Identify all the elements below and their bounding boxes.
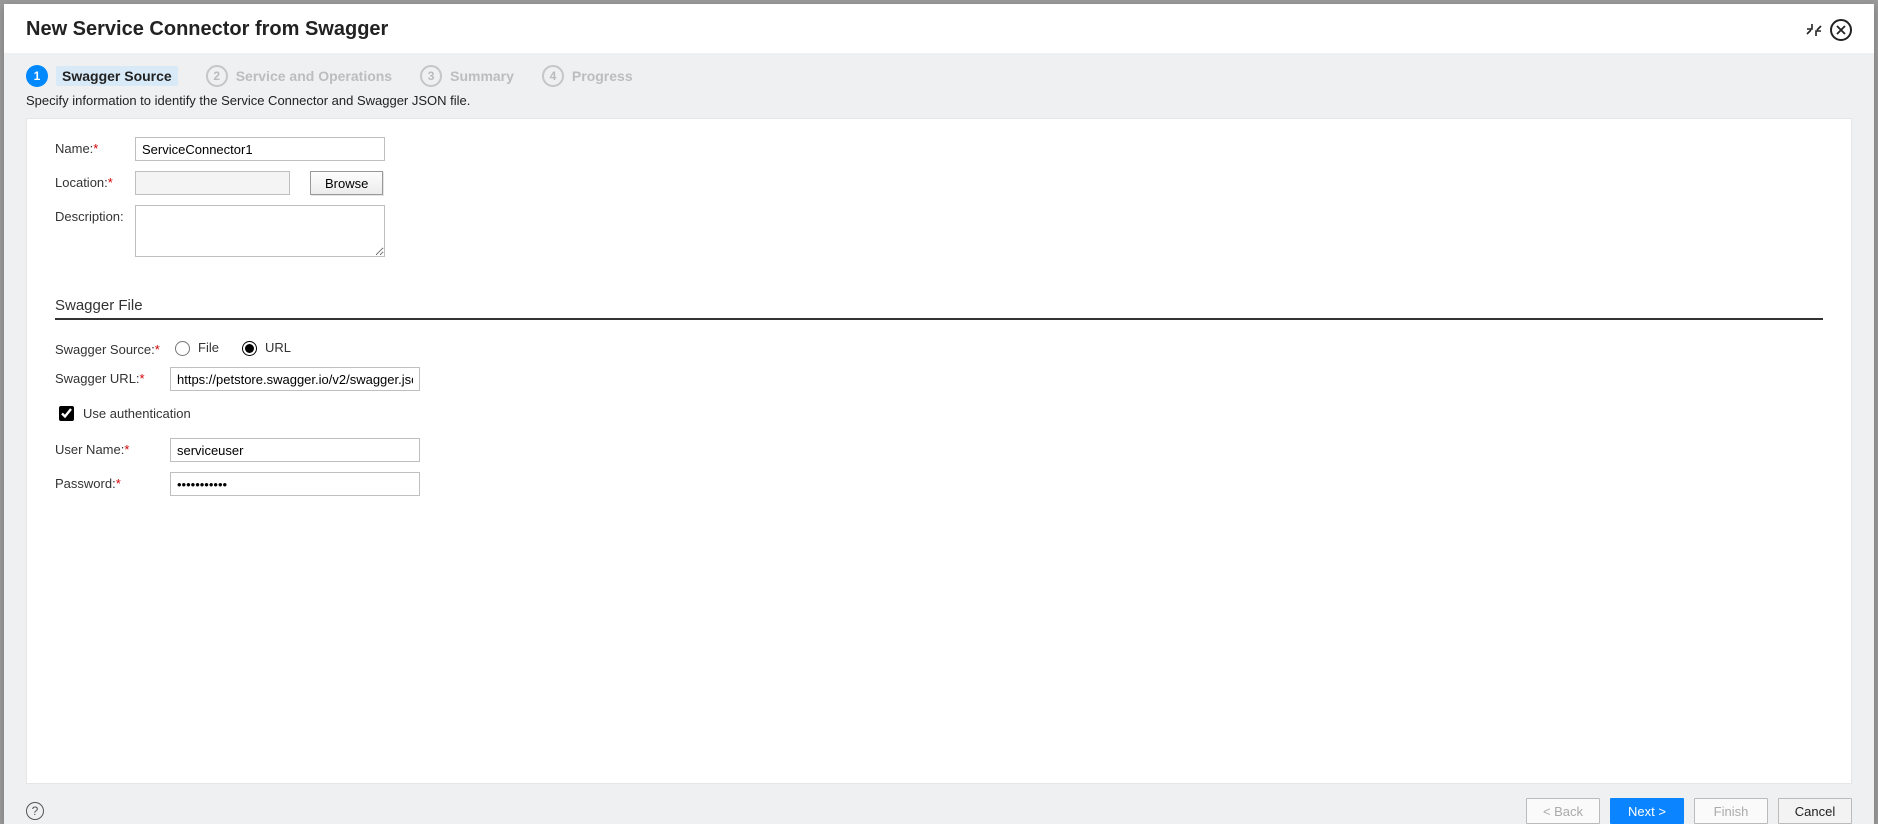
swagger-url-label: Swagger URL:* (55, 367, 170, 386)
next-button[interactable]: Next > (1610, 798, 1684, 824)
swagger-source-label: Swagger Source:* (55, 338, 170, 357)
modal-title: New Service Connector from Swagger (26, 18, 388, 41)
radio-file-label: File (198, 340, 219, 355)
location-label: Location:* (55, 171, 135, 190)
radio-url-input[interactable] (242, 341, 257, 356)
row-use-auth[interactable]: Use authentication (55, 403, 1823, 424)
row-user-name: User Name:* (55, 438, 1823, 462)
step-label-1: Swagger Source (56, 66, 178, 86)
wizard-steps: 1 Swagger Source 2 Service and Operation… (4, 53, 1874, 93)
section-divider (55, 318, 1823, 320)
description-label: Description: (55, 205, 135, 224)
cancel-button[interactable]: Cancel (1778, 798, 1852, 824)
name-label: Name:* (55, 137, 135, 156)
row-description: Description: (55, 205, 1823, 257)
radio-url[interactable]: URL (237, 338, 291, 356)
close-icon[interactable] (1830, 19, 1852, 41)
back-button[interactable]: < Back (1526, 798, 1600, 824)
footer: ? < Back Next > Finish Cancel (4, 784, 1874, 824)
name-input[interactable] (135, 137, 385, 161)
step-label-3: Summary (450, 68, 514, 84)
modal-dialog: New Service Connector from Swagger 1 Swa… (4, 4, 1874, 824)
row-name: Name:* (55, 137, 1823, 161)
step-swagger-source[interactable]: 1 Swagger Source (26, 65, 178, 87)
description-input[interactable] (135, 205, 385, 257)
wizard-subtitle: Specify information to identify the Serv… (4, 93, 1874, 118)
user-name-label: User Name:* (55, 438, 170, 457)
step-number-1: 1 (26, 65, 48, 87)
step-number-3: 3 (420, 65, 442, 87)
password-label: Password:* (55, 472, 170, 491)
section-swagger-file: Swagger File (55, 297, 1823, 314)
step-number-2: 2 (206, 65, 228, 87)
row-location: Location:* Browse (55, 171, 1823, 195)
modal-header: New Service Connector from Swagger (4, 4, 1874, 53)
row-swagger-source: Swagger Source:* File URL (55, 338, 1823, 357)
radio-url-label: URL (265, 340, 291, 355)
header-controls (1806, 19, 1852, 41)
swagger-url-input[interactable] (170, 367, 420, 391)
form-panel: Name:* Location:* Browse Description: Sw… (26, 118, 1852, 784)
finish-button[interactable]: Finish (1694, 798, 1768, 824)
step-number-4: 4 (542, 65, 564, 87)
help-icon[interactable]: ? (26, 802, 44, 820)
location-input[interactable] (135, 171, 290, 195)
password-input[interactable] (170, 472, 420, 496)
user-name-input[interactable] (170, 438, 420, 462)
collapse-icon[interactable] (1806, 22, 1822, 38)
row-swagger-url: Swagger URL:* (55, 367, 1823, 391)
step-label-2: Service and Operations (236, 68, 392, 84)
radio-file[interactable]: File (170, 338, 219, 356)
step-service-operations[interactable]: 2 Service and Operations (206, 65, 392, 87)
use-auth-label: Use authentication (83, 406, 191, 421)
use-auth-checkbox[interactable] (59, 406, 74, 421)
step-label-4: Progress (572, 68, 633, 84)
swagger-source-radios: File URL (170, 338, 291, 356)
step-summary[interactable]: 3 Summary (420, 65, 514, 87)
radio-file-input[interactable] (175, 341, 190, 356)
browse-button[interactable]: Browse (310, 171, 383, 195)
footer-buttons: < Back Next > Finish Cancel (1526, 798, 1852, 824)
row-password: Password:* (55, 472, 1823, 496)
step-progress[interactable]: 4 Progress (542, 65, 633, 87)
